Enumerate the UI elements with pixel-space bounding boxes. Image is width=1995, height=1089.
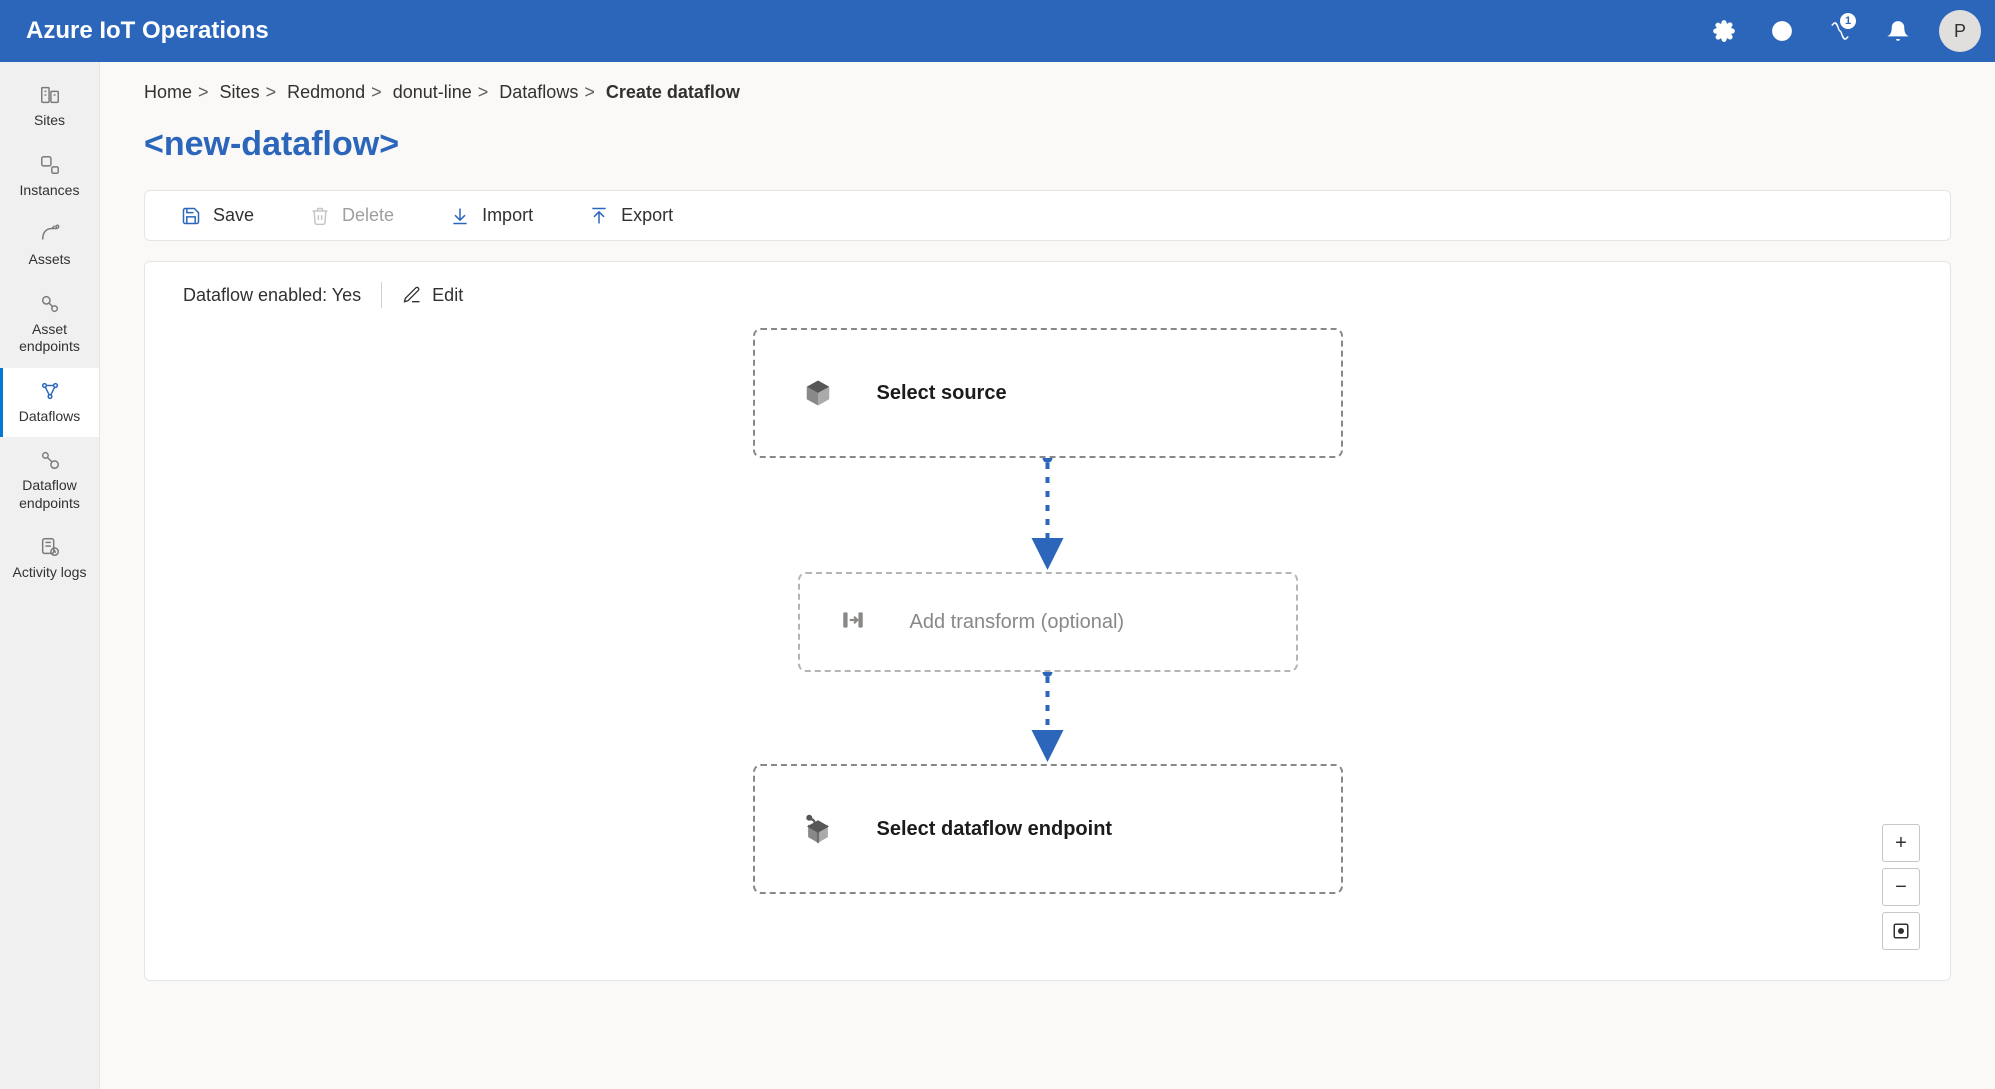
edit-button[interactable]: Edit (402, 285, 463, 306)
action-toolbar: Save Delete Import Export (144, 190, 1951, 241)
sidebar-item-instances[interactable]: Instances (0, 142, 99, 212)
breadcrumb-link[interactable]: Redmond (287, 82, 365, 102)
main-content: Home> Sites> Redmond> donut-line> Datafl… (100, 62, 1995, 1089)
edit-label: Edit (432, 285, 463, 306)
edit-icon (402, 285, 422, 305)
dataflow-endpoints-icon (39, 449, 61, 471)
notification-badge: 1 (1840, 13, 1856, 29)
source-label: Select source (877, 382, 1007, 405)
topbar-actions: 1 P (1699, 6, 1981, 56)
dataflow-canvas: Dataflow enabled: Yes Edit (144, 261, 1951, 981)
help-button[interactable] (1757, 6, 1807, 56)
export-button[interactable]: Export (589, 205, 673, 226)
sidebar-item-label: Activity logs (13, 564, 87, 582)
sites-icon (39, 84, 61, 106)
breadcrumb-current: Create dataflow (606, 82, 740, 102)
sidebar-item-dataflow-endpoints[interactable]: Dataflow endpoints (0, 437, 99, 524)
upload-icon (589, 206, 609, 226)
save-icon (181, 206, 201, 226)
asset-endpoints-icon (39, 293, 61, 315)
delete-label: Delete (342, 205, 394, 226)
zoom-controls: + − (1882, 824, 1920, 950)
instances-icon (39, 154, 61, 176)
notifications-button[interactable] (1873, 6, 1923, 56)
dataflows-icon (39, 380, 61, 402)
zoom-out-button[interactable]: − (1882, 868, 1920, 906)
sidebar: Sites Instances Assets Asset endpoints D… (0, 62, 100, 1089)
sidebar-item-label: Assets (28, 251, 70, 269)
fit-icon (1892, 922, 1910, 940)
transform-label: Add transform (optional) (910, 611, 1125, 634)
cube-icon (803, 378, 833, 408)
sidebar-item-label: Dataflow endpoints (4, 477, 95, 512)
flow-area: Select source Add transform (optional) S… (145, 328, 1950, 948)
sidebar-item-label: Dataflows (19, 408, 80, 426)
diagnostics-button[interactable]: 1 (1815, 6, 1865, 56)
sidebar-item-asset-endpoints[interactable]: Asset endpoints (0, 281, 99, 368)
settings-button[interactable] (1699, 6, 1749, 56)
add-transform-node[interactable]: Add transform (optional) (798, 572, 1298, 672)
sidebar-item-dataflows[interactable]: Dataflows (0, 368, 99, 438)
enabled-text: Dataflow enabled: Yes (183, 285, 361, 306)
divider (381, 282, 382, 308)
user-avatar[interactable]: P (1939, 10, 1981, 52)
sidebar-item-sites[interactable]: Sites (0, 72, 99, 142)
brand-title: Azure IoT Operations (26, 17, 1699, 45)
transform-icon (840, 607, 870, 637)
import-button[interactable]: Import (450, 205, 533, 226)
save-button[interactable]: Save (181, 205, 254, 226)
page-title: <new-dataflow> (144, 125, 1951, 164)
gear-icon (1713, 20, 1735, 42)
select-endpoint-node[interactable]: Select dataflow endpoint (753, 764, 1343, 894)
breadcrumb: Home> Sites> Redmond> donut-line> Datafl… (144, 82, 1951, 103)
assets-icon (39, 223, 61, 245)
select-source-node[interactable]: Select source (753, 328, 1343, 458)
help-icon (1771, 20, 1793, 42)
delete-button: Delete (310, 205, 394, 226)
breadcrumb-link[interactable]: Dataflows (499, 82, 578, 102)
sidebar-item-label: Instances (20, 182, 80, 200)
breadcrumb-link[interactable]: Sites (220, 82, 260, 102)
bell-icon (1887, 20, 1909, 42)
fit-screen-button[interactable] (1882, 912, 1920, 950)
sidebar-item-label: Sites (34, 112, 65, 130)
sidebar-item-label: Asset endpoints (4, 321, 95, 356)
endpoint-icon (803, 814, 833, 844)
download-icon (450, 206, 470, 226)
save-label: Save (213, 205, 254, 226)
sidebar-item-assets[interactable]: Assets (0, 211, 99, 281)
activity-logs-icon (39, 536, 61, 558)
top-bar: Azure IoT Operations 1 P (0, 0, 1995, 62)
import-label: Import (482, 205, 533, 226)
breadcrumb-link[interactable]: donut-line (393, 82, 472, 102)
export-label: Export (621, 205, 673, 226)
endpoint-label: Select dataflow endpoint (877, 818, 1113, 841)
zoom-in-button[interactable]: + (1882, 824, 1920, 862)
canvas-header: Dataflow enabled: Yes Edit (145, 262, 1950, 328)
breadcrumb-link[interactable]: Home (144, 82, 192, 102)
trash-icon (310, 206, 330, 226)
sidebar-item-activity-logs[interactable]: Activity logs (0, 524, 99, 594)
